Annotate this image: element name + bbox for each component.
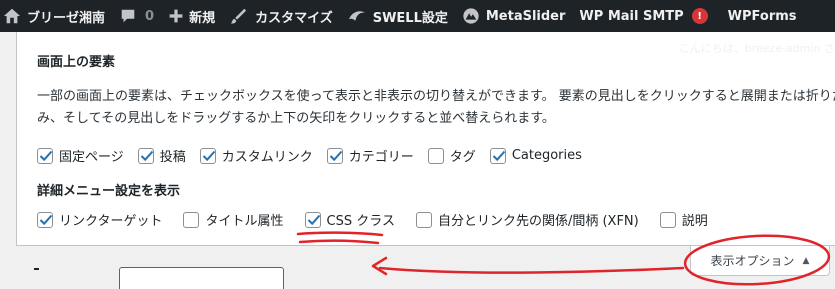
site-name-menu[interactable]: ブリーゼ湘南 <box>0 0 112 32</box>
option-pages-label: 固定ページ <box>59 150 124 165</box>
option-css-classes[interactable]: CSS クラス <box>304 210 395 229</box>
option-xfn-label: 自分とリンク先の関係/間柄 (XFN) <box>437 214 639 229</box>
option-categories[interactable]: Categories <box>489 147 582 164</box>
menu-select-button[interactable] <box>119 267 284 289</box>
metaslider-menu[interactable]: MetaSlider <box>455 0 573 32</box>
option-posts[interactable]: 投稿 <box>137 146 186 165</box>
wp-mail-smtp-label: WP Mail SMTP <box>579 8 684 24</box>
checkbox-categories-jp[interactable] <box>326 147 343 164</box>
notification-badge: ! <box>691 8 708 24</box>
screen-options-toggle[interactable]: 表示オプション ▲ <box>690 246 830 276</box>
new-label: 新規 <box>189 10 216 26</box>
option-description[interactable]: 説明 <box>659 210 708 229</box>
plus-icon <box>168 8 184 24</box>
metaslider-label: MetaSlider <box>485 8 566 24</box>
option-pages[interactable]: 固定ページ <box>37 146 124 165</box>
option-link-target-label: リンクターゲット <box>59 214 163 229</box>
swell-label: SWELL設定 <box>372 10 448 26</box>
option-categories-jp[interactable]: カテゴリー <box>326 146 414 165</box>
option-css-classes-label: CSS クラス <box>326 214 395 229</box>
brush-icon <box>229 7 247 25</box>
customize-label: カスタマイズ <box>255 10 333 26</box>
metaslider-icon <box>462 7 480 25</box>
account-greeting: こんにちは、breeze-admin さん <box>678 42 835 55</box>
wp-mail-smtp-menu[interactable]: WP Mail SMTP ! <box>572 0 714 32</box>
comment-icon <box>119 7 137 25</box>
swell-settings-menu[interactable]: SWELL設定 <box>340 0 455 32</box>
option-description-label: 説明 <box>681 214 708 229</box>
advanced-options-list: リンクターゲット タイトル属性 CSS クラス 自分とリンク先の関係/間柄 (X… <box>37 210 722 229</box>
caret-up-icon: ▲ <box>802 255 810 266</box>
site-name: ブリーゼ湘南 <box>27 10 106 26</box>
swell-icon <box>347 8 367 24</box>
home-icon <box>3 7 21 25</box>
checkbox-posts[interactable] <box>137 147 154 164</box>
checkbox-css-classes[interactable] <box>304 211 321 228</box>
option-tags[interactable]: タグ <box>427 146 476 165</box>
annotation-arrowhead <box>371 256 388 276</box>
option-link-target[interactable]: リンクターゲット <box>37 210 162 229</box>
option-categories-label: Categories <box>511 148 582 163</box>
option-xfn[interactable]: 自分とリンク先の関係/間柄 (XFN) <box>415 210 639 229</box>
screen-elements-list: 固定ページ 投稿 カスタムリンク カテゴリー タグ Categories <box>37 146 596 165</box>
checkbox-pages[interactable] <box>37 147 53 164</box>
option-categories-jp-label: カテゴリー <box>348 150 414 165</box>
customize-menu[interactable]: カスタマイズ <box>222 0 340 32</box>
option-custom-links[interactable]: カスタムリンク <box>199 146 313 165</box>
option-posts-label: 投稿 <box>159 150 186 165</box>
option-title-attribute[interactable]: タイトル属性 <box>183 210 284 229</box>
new-content-menu[interactable]: 新規 <box>161 0 222 32</box>
wpforms-menu[interactable]: WPForms <box>715 0 804 32</box>
admin-bar: ブリーゼ湘南 0 新規 カスタマイズ SWELL設定 MetaSlider WP… <box>0 0 835 32</box>
option-custom-links-label: カスタムリンク <box>221 150 313 165</box>
comments-count: 0 <box>145 8 155 24</box>
wpforms-label: WPForms <box>727 8 797 24</box>
advanced-menu-heading: 詳細メニュー設定を表示 <box>37 184 181 199</box>
comments-menu[interactable]: 0 <box>112 0 161 32</box>
checkbox-tags[interactable] <box>427 147 444 164</box>
checkbox-custom-links[interactable] <box>199 147 216 164</box>
screen-elements-heading: 画面上の要素 <box>37 55 116 70</box>
checkbox-categories[interactable] <box>489 147 506 164</box>
checkbox-title-attribute[interactable] <box>183 211 200 228</box>
screen-options-label: 表示オプション <box>710 254 795 268</box>
checkbox-description[interactable] <box>659 211 676 228</box>
screen-options-panel: こんにちは、breeze-admin さん 画面上の要素 一部の画面上の要素は、… <box>16 32 835 246</box>
option-title-attribute-label: タイトル属性 <box>205 214 284 229</box>
annotation-arrow <box>378 266 685 274</box>
option-tags-label: タグ <box>449 150 476 165</box>
checkbox-link-target[interactable] <box>37 211 53 228</box>
checkbox-xfn[interactable] <box>415 211 432 228</box>
screen-elements-description: 一部の画面上の要素は、チェックボックスを使って表示と非表示の切り替えができます。… <box>37 89 835 126</box>
content-marker <box>34 268 39 270</box>
